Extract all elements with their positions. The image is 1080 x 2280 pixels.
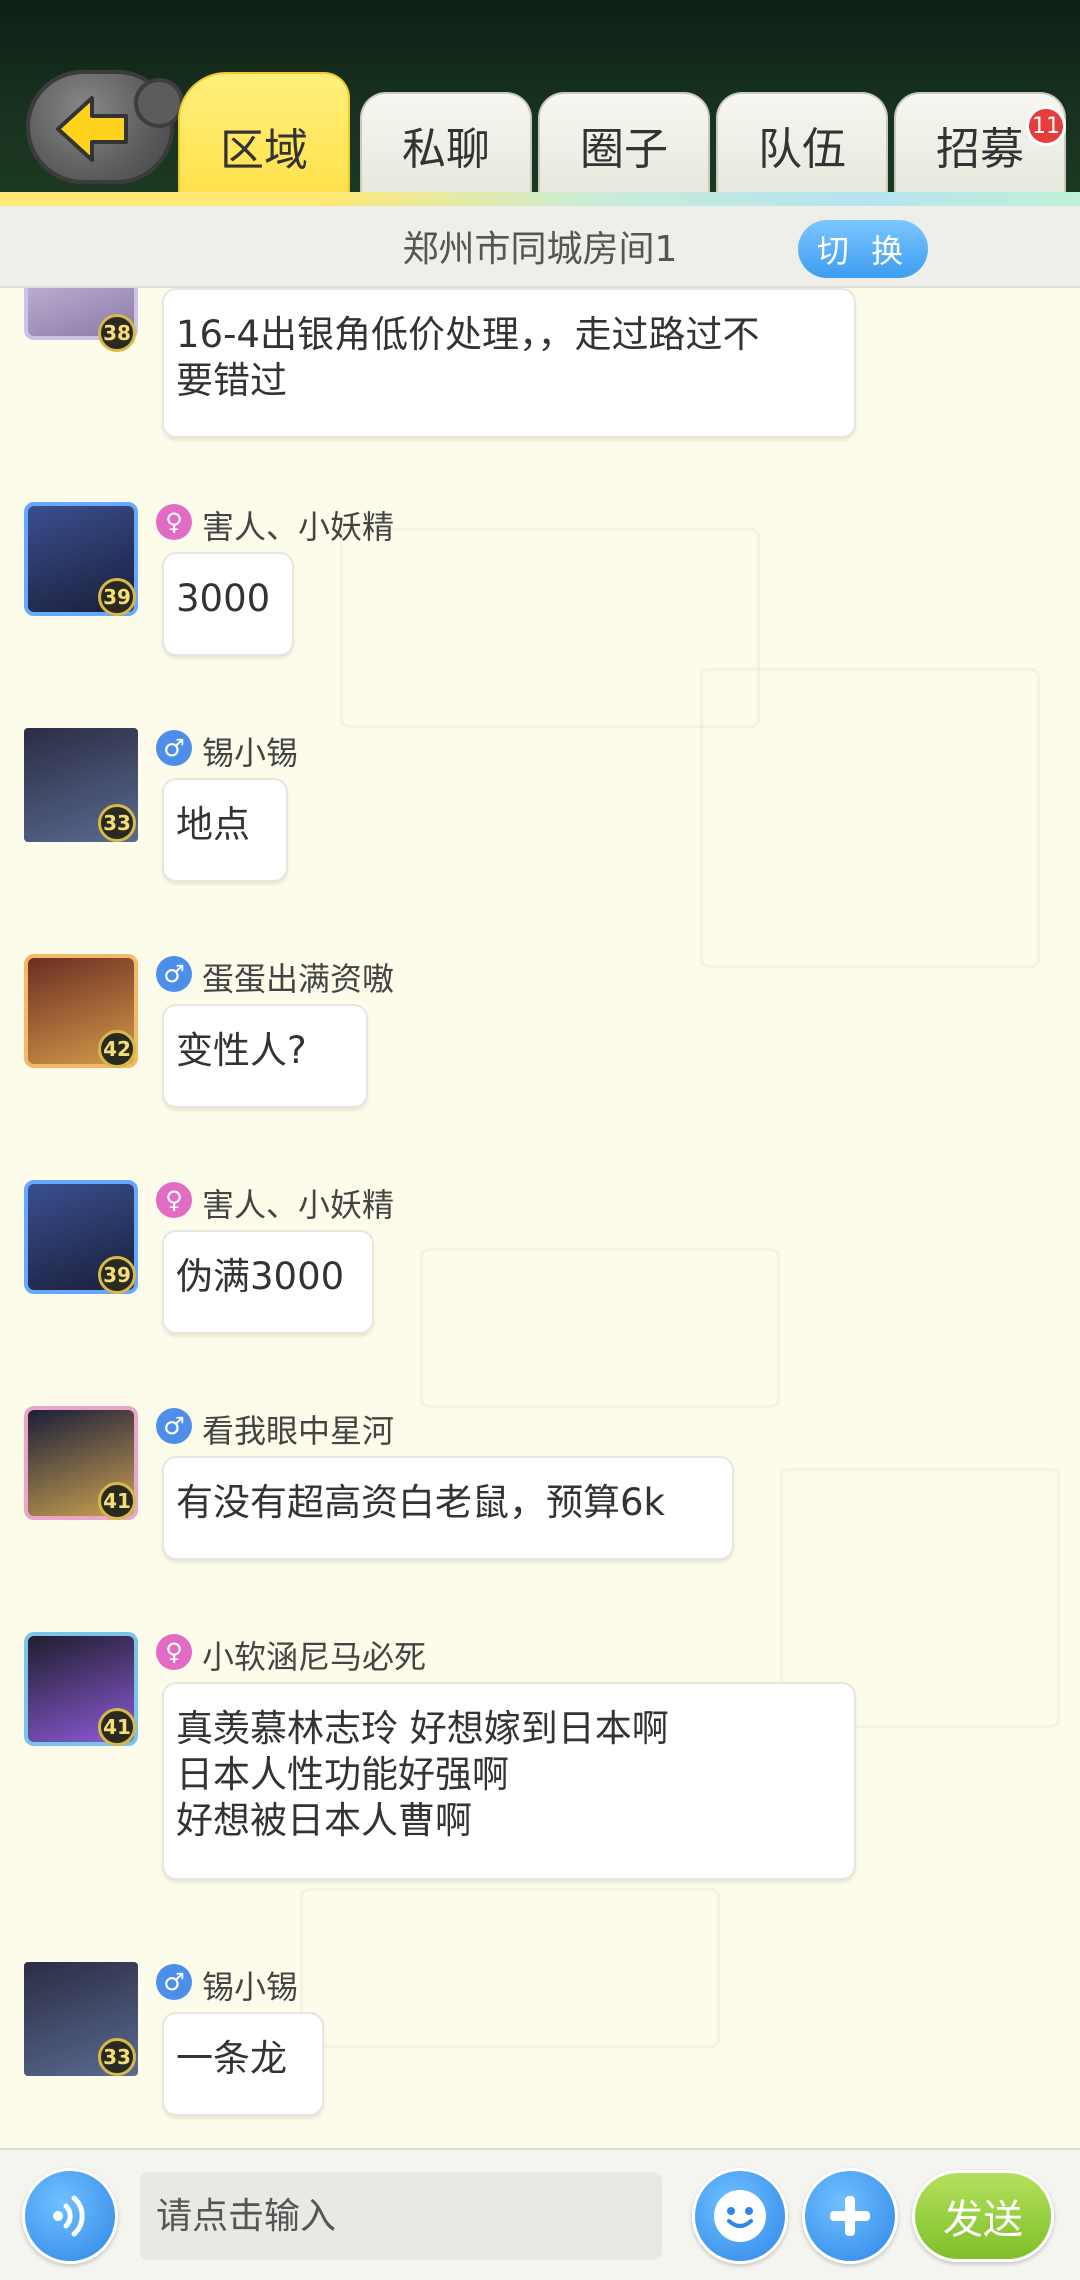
background-decoration	[420, 1248, 780, 1408]
level-badge: 39	[98, 1256, 136, 1294]
back-button[interactable]	[26, 70, 184, 184]
male-gender-icon: ♂	[156, 956, 192, 992]
level-badge: 41	[98, 1708, 136, 1746]
female-gender-icon: ♀	[156, 504, 192, 540]
room-name: 郑州市同城房间1	[402, 229, 678, 270]
message-text: 伪满3000	[176, 1255, 345, 1298]
plus-icon	[830, 2196, 870, 2236]
level-badge: 33	[98, 2038, 136, 2076]
message-bubble[interactable]: 地点	[162, 778, 288, 882]
switch-room-button[interactable]: 切 换	[798, 220, 928, 278]
message-text: 日本人性功能好强啊	[176, 1753, 509, 1796]
tab-circle[interactable]: 圈子	[538, 92, 710, 196]
level-badge: 33	[98, 804, 136, 842]
background-decoration	[340, 528, 760, 728]
message-bubble[interactable]: 伪满3000	[162, 1230, 374, 1334]
tab-private-chat[interactable]: 私聊	[360, 92, 532, 196]
level-badge: 41	[98, 1482, 136, 1520]
username[interactable]: 锡小锡	[202, 728, 298, 774]
tab-recruit[interactable]: 招募 11	[894, 92, 1066, 196]
message-bubble[interactable]: 变性人?	[162, 1004, 368, 1108]
username[interactable]: 害人、小妖精	[202, 502, 394, 548]
level-badge: 39	[98, 578, 136, 616]
male-gender-icon: ♂	[156, 1964, 192, 2000]
voice-icon	[53, 2195, 85, 2237]
recruit-notification-badge: 11	[1026, 106, 1066, 146]
tab-circle-label: 圈子	[580, 124, 668, 175]
message-input-bar: 发送	[0, 2148, 1080, 2280]
female-gender-icon: ♀	[156, 1634, 192, 1670]
username[interactable]: 小软涵尼马必死	[202, 1632, 426, 1678]
message-text: 变性人?	[176, 1029, 307, 1072]
username[interactable]: 看我眼中星河	[202, 1406, 394, 1452]
message-input[interactable]	[140, 2172, 662, 2260]
message-bubble[interactable]: 16-4出银角低价处理，，走过路过不 要错过	[162, 288, 856, 438]
message-text: 好想被日本人曹啊	[176, 1799, 472, 1842]
message-text: 有没有超高资白老鼠，预算6k	[176, 1481, 665, 1524]
message-text: 地点	[176, 803, 250, 846]
tab-team[interactable]: 队伍	[716, 92, 888, 196]
username[interactable]: 锡小锡	[202, 1962, 298, 2008]
tab-region[interactable]: 区域	[178, 72, 350, 196]
message-text: 要错过	[176, 359, 287, 402]
room-bar: 郑州市同城房间1 切 换	[0, 206, 1080, 288]
header-divider	[0, 192, 1080, 206]
send-button[interactable]: 发送	[912, 2170, 1054, 2262]
more-options-button[interactable]	[802, 2168, 898, 2264]
message-text: 16-4出银角低价处理，，走过路过不	[176, 313, 760, 356]
message-text: 3000	[176, 577, 271, 620]
username[interactable]: 害人、小妖精	[202, 1180, 394, 1226]
username[interactable]: 蛋蛋出满资嗷	[202, 954, 394, 1000]
message-text: 真羡慕林志玲 好想嫁到日本啊	[176, 1707, 669, 1750]
message-bubble[interactable]: 3000	[162, 552, 294, 656]
message-text: 一条龙	[176, 2037, 287, 2080]
emoji-icon	[714, 2190, 766, 2242]
top-header: 区域 私聊 圈子 队伍 招募 11	[0, 0, 1080, 206]
male-gender-icon: ♂	[156, 1408, 192, 1444]
tab-region-label: 区域	[220, 125, 308, 176]
background-decoration	[300, 1888, 720, 2048]
voice-button[interactable]	[22, 2168, 118, 2264]
level-badge: 42	[98, 1030, 136, 1068]
tab-bar: 区域 私聊 圈子 队伍 招募 11	[178, 72, 1078, 196]
message-bubble[interactable]: 真羡慕林志玲 好想嫁到日本啊 日本人性功能好强啊 好想被日本人曹啊	[162, 1682, 856, 1880]
tab-recruit-label: 招募	[936, 124, 1024, 175]
back-arrow-icon	[56, 96, 128, 162]
emoji-button[interactable]	[692, 2168, 788, 2264]
male-gender-icon: ♂	[156, 730, 192, 766]
level-badge: 38	[98, 314, 136, 352]
chat-message-list[interactable]: 38 16-4出银角低价处理，，走过路过不 要错过 39 ♀ 害人、小妖精 30…	[0, 288, 1080, 2148]
female-gender-icon: ♀	[156, 1182, 192, 1218]
message-bubble[interactable]: 有没有超高资白老鼠，预算6k	[162, 1456, 734, 1560]
background-decoration	[700, 668, 1040, 968]
tab-private-chat-label: 私聊	[402, 124, 490, 175]
tab-team-label: 队伍	[758, 124, 846, 175]
message-bubble[interactable]: 一条龙	[162, 2012, 324, 2116]
